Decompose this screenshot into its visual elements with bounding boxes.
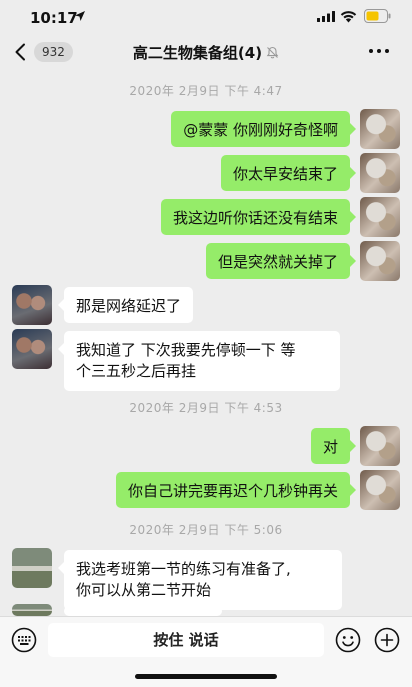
avatar[interactable] [360,109,400,149]
chat-title: 高二生物集备组(4) [0,42,412,63]
message-bubble-sent[interactable]: 我这边听你话还没有结束 [160,199,357,235]
emoji-icon[interactable] [335,627,361,653]
plus-icon[interactable] [374,627,400,653]
home-indicator [135,674,277,679]
battery-icon [364,9,391,23]
message-bubble-received[interactable]: 我知道了 下次我要先停顿一下 等 个三五秒之后再挂 [58,331,340,391]
input-bar: 按住 说话 [0,616,412,687]
message-bubble-sent[interactable]: 对 [310,428,357,464]
mute-bell-icon [266,46,279,59]
message-line: 你可以从第二节开始 [76,581,212,599]
message-bubble-received[interactable] [58,606,222,630]
message-bubble-sent[interactable]: 你自己讲完要再迟个几秒钟再关 [115,472,357,508]
status-bar: 10:17 [0,0,412,34]
signal-icon [317,11,335,22]
avatar[interactable] [12,285,52,325]
wifi-icon [340,11,357,23]
avatar[interactable] [12,604,52,616]
avatar[interactable] [360,426,400,466]
message-line: 个三五秒之后再挂 [76,362,197,380]
status-time: 10:17 [30,9,78,27]
location-arrow-icon [75,11,85,21]
timestamp: 2020年 2月9日 下午 5:06 [129,523,283,537]
keyboard-toggle-icon[interactable] [11,627,37,653]
avatar[interactable] [360,153,400,193]
chat-title-text: 高二生物集备组(4) [132,44,263,62]
message-line: 我选考班第一节的练习有准备了, [76,560,291,578]
message-bubble-sent[interactable]: 你太早安结束了 [220,155,357,191]
avatar[interactable] [360,241,400,281]
more-options-icon[interactable] [368,46,390,56]
avatar[interactable] [12,548,52,588]
message-line: 我知道了 下次我要先停顿一下 等 [76,341,296,359]
message-bubble-received[interactable]: 我选考班第一节的练习有准备了, 你可以从第二节开始 [58,550,342,610]
avatar[interactable] [12,329,52,369]
message-bubble-received[interactable]: 那是网络延迟了 [57,287,194,323]
avatar[interactable] [360,197,400,237]
timestamp: 2020年 2月9日 下午 4:47 [129,84,283,98]
message-bubble-sent[interactable]: @蒙蒙 你刚刚好奇怪啊 [171,111,356,147]
chat-header: 932 高二生物集备组(4) [0,34,412,70]
hold-to-talk-button[interactable]: 按住 说话 [48,623,324,657]
message-bubble-sent[interactable]: 但是突然就关掉了 [205,243,357,279]
timestamp: 2020年 2月9日 下午 4:53 [129,401,283,415]
avatar[interactable] [360,470,400,510]
